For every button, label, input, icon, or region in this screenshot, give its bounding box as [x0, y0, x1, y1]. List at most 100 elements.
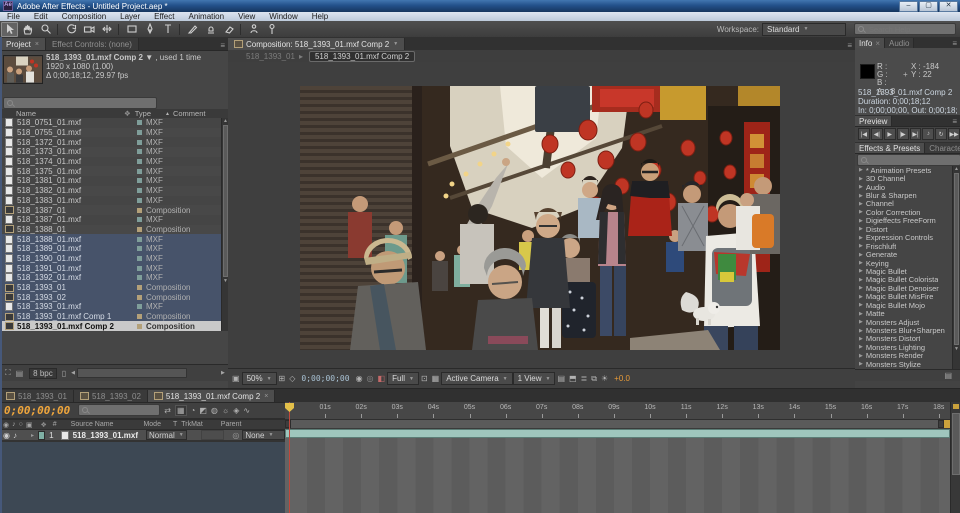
- disclosure-triangle-icon[interactable]: ▶: [859, 218, 863, 224]
- panel-menu-icon[interactable]: ≡: [220, 41, 225, 50]
- disclosure-triangle-icon[interactable]: ▶: [859, 268, 863, 274]
- first-frame-button[interactable]: |◀: [858, 128, 870, 140]
- auto-keyframe-icon[interactable]: ◈: [233, 406, 239, 415]
- parent-dropdown[interactable]: None ▼: [242, 430, 285, 440]
- tab-info[interactable]: Info×: [855, 38, 885, 48]
- project-item[interactable]: 518_0755_01.mxfMXF: [0, 128, 221, 138]
- effects-search[interactable]: [857, 154, 960, 166]
- mask-visibility-icon[interactable]: ◇: [289, 374, 295, 383]
- disclosure-triangle-icon[interactable]: ▶: [859, 235, 863, 241]
- disclosure-triangle-icon[interactable]: ▶: [859, 319, 863, 325]
- project-item[interactable]: 518_1389_01.mxfMXF: [0, 244, 221, 254]
- panel-menu-icon[interactable]: ≡: [847, 41, 852, 50]
- reset-exposure-icon[interactable]: ☀: [601, 374, 608, 383]
- disclosure-triangle-icon[interactable]: ▶: [859, 294, 863, 300]
- work-area-start-handle[interactable]: [285, 420, 291, 428]
- disclosure-triangle-icon[interactable]: ▶: [859, 344, 863, 350]
- tab-project[interactable]: Project ×: [0, 38, 46, 50]
- project-item[interactable]: 518_1393_01.mxf Comp 2Composition: [0, 321, 221, 331]
- disclosure-triangle-icon[interactable]: ▶: [859, 260, 863, 266]
- disclosure-triangle-icon[interactable]: ▶: [859, 336, 863, 342]
- disclosure-triangle-icon[interactable]: ▶: [859, 361, 863, 367]
- flowchart-icon[interactable]: ⧉: [591, 374, 597, 384]
- project-item[interactable]: 518_1393_01.mxfMXF: [0, 302, 221, 312]
- title-bar[interactable]: Ae Adobe After Effects - Untitled Projec…: [0, 0, 960, 12]
- timeline-search-input[interactable]: [91, 405, 156, 416]
- project-item[interactable]: 518_1393_02Composition: [0, 292, 221, 302]
- workspace-dropdown[interactable]: Standard ▼: [762, 23, 846, 36]
- rotation-tool[interactable]: [62, 22, 79, 37]
- view-layout-dropdown[interactable]: 1 View ▼: [513, 372, 556, 385]
- label-column-icon[interactable]: ❖: [124, 109, 131, 118]
- project-item[interactable]: 518_1388_01.mxfMXF: [0, 234, 221, 244]
- trkmat-dropdown[interactable]: [201, 430, 225, 440]
- disclosure-triangle-icon[interactable]: ▶: [859, 201, 863, 207]
- timeline-tab[interactable]: 518_1393_01.mxf Comp 2×: [148, 390, 275, 402]
- type-tool[interactable]: [159, 22, 176, 37]
- project-item[interactable]: 518_0751_01.mxfMXF: [0, 118, 221, 128]
- breadcrumb-prev[interactable]: 518_1393_01: [246, 52, 295, 61]
- brush-tool[interactable]: [184, 22, 201, 37]
- new-folder-icon[interactable]: ▤: [944, 371, 952, 380]
- frame-blend-icon[interactable]: ◩: [199, 406, 207, 415]
- project-item[interactable]: 518_1375_01.mxfMXF: [0, 166, 221, 176]
- project-item[interactable]: 518_1392_01.mxfMXF: [0, 273, 221, 283]
- column-source-name[interactable]: Source Name: [71, 421, 114, 428]
- disclosure-triangle-icon[interactable]: ▶: [859, 311, 863, 317]
- menu-window[interactable]: Window: [262, 12, 304, 21]
- viewer-timecode[interactable]: 0;00;00;00: [301, 374, 349, 383]
- exposure-value[interactable]: +0.0: [614, 374, 630, 383]
- snapshot-icon[interactable]: ◉: [356, 374, 363, 383]
- disclosure-triangle-icon[interactable]: ▶: [859, 328, 863, 334]
- menu-help[interactable]: Help: [305, 12, 335, 21]
- rectangle-tool[interactable]: [123, 22, 140, 37]
- camera-tool[interactable]: [80, 22, 97, 37]
- column-type[interactable]: Type: [135, 109, 151, 118]
- brainstorm-icon[interactable]: ☼: [222, 406, 229, 415]
- playhead-line[interactable]: [289, 402, 290, 513]
- close-button[interactable]: ✕: [939, 1, 958, 12]
- menu-edit[interactable]: Edit: [27, 12, 55, 21]
- close-icon[interactable]: ×: [264, 393, 268, 400]
- timeline-search[interactable]: [78, 404, 160, 416]
- effects-search-input[interactable]: [870, 155, 957, 166]
- project-item[interactable]: 518_1387_01Composition: [0, 205, 221, 215]
- draft-3d-icon[interactable]: ▦: [175, 405, 187, 416]
- zoom-tool[interactable]: [37, 22, 54, 37]
- effects-scrollbar[interactable]: ▲ ▼: [952, 166, 960, 369]
- layer-list-empty-area[interactable]: [0, 441, 285, 513]
- time-ruler[interactable]: 01s02s03s04s05s06s07s08s09s10s11s12s13s1…: [285, 402, 950, 420]
- tab-effect-controls[interactable]: Effect Controls: (none): [46, 38, 139, 50]
- selection-tool[interactable]: [1, 22, 18, 37]
- menu-effect[interactable]: Effect: [147, 12, 181, 21]
- scroll-down-icon[interactable]: ▼: [953, 346, 960, 352]
- clone-stamp-tool[interactable]: [202, 22, 219, 37]
- show-channel-icon[interactable]: ◧: [378, 374, 386, 383]
- hand-tool[interactable]: [19, 22, 36, 37]
- disclosure-triangle-icon[interactable]: ▶: [859, 353, 863, 359]
- layer-video-icon[interactable]: ◉: [3, 431, 10, 440]
- show-snapshot-icon[interactable]: ◎: [367, 374, 374, 383]
- pan-behind-tool[interactable]: [98, 22, 115, 37]
- project-item[interactable]: 518_1382_01.mxfMXF: [0, 186, 221, 196]
- marker-icon[interactable]: [953, 404, 959, 409]
- disclosure-triangle-icon[interactable]: ▶: [859, 193, 863, 199]
- project-hscrollbar[interactable]: [77, 368, 187, 378]
- maximize-button[interactable]: ▢: [919, 1, 938, 12]
- project-item[interactable]: 518_1391_01.mxfMXF: [0, 263, 221, 273]
- project-search[interactable]: [3, 97, 157, 109]
- disclosure-triangle-icon[interactable]: ▶: [859, 285, 863, 291]
- disclosure-triangle-icon[interactable]: ▶: [859, 184, 863, 190]
- project-item[interactable]: 518_1387_01.mxfMXF: [0, 215, 221, 225]
- scroll-up-icon[interactable]: ▲: [953, 166, 960, 172]
- layer-duration-bar[interactable]: [285, 429, 950, 438]
- disclosure-triangle-icon[interactable]: ▶: [859, 277, 863, 283]
- previous-frame-button[interactable]: ◀|: [871, 128, 883, 140]
- last-frame-button[interactable]: ▶|: [910, 128, 922, 140]
- disclosure-triangle-icon[interactable]: ▶: [859, 226, 863, 232]
- grid-options-icon[interactable]: ▤: [557, 374, 565, 383]
- safe-margins-icon[interactable]: ⊞: [279, 374, 286, 383]
- loop-button[interactable]: ↻: [935, 128, 947, 140]
- scroll-left-icon[interactable]: ◀: [71, 370, 75, 376]
- roto-brush-tool[interactable]: [245, 22, 262, 37]
